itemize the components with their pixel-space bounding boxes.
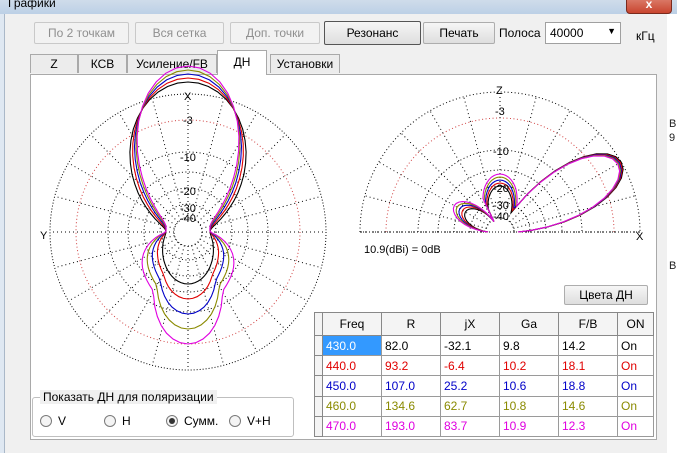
elevation-grid-spoke — [513, 195, 636, 229]
azimuth-grid-spoke — [151, 245, 185, 366]
table-cell[interactable]: 107.0 — [381, 375, 441, 397]
tab-pattern[interactable]: ДН — [217, 50, 267, 75]
table-cell[interactable]: 12.3 — [558, 415, 618, 438]
elevation-axis-right-label: X — [636, 231, 644, 243]
table-header-row: Freq R jX Ga F/B ON — [314, 312, 654, 336]
table-cell[interactable]: -32.1 — [440, 334, 500, 357]
radio-polarization-v[interactable]: V — [40, 414, 66, 428]
column-header[interactable]: Ga — [499, 312, 559, 336]
table-cell[interactable]: 10.2 — [499, 355, 559, 377]
azimuth-ring-label: -3 — [183, 115, 193, 127]
elevation-axis-top-label: Z — [496, 85, 503, 97]
table-body: 430.0 82.0 -32.1 9.8 14.2 On 440.0 93.2 -6.4 10.2… — [314, 334, 654, 438]
table-row[interactable]: 470.0 193.0 83.7 10.9 12.3 On — [314, 415, 654, 438]
radio-polarization-vh[interactable]: V+H — [229, 414, 271, 428]
azimuth-ring-label: -20 — [180, 186, 196, 198]
pattern-curves — [129, 65, 624, 345]
table-cell[interactable]: 134.6 — [381, 395, 441, 417]
radio-circle-icon[interactable] — [104, 415, 116, 427]
radio-circle-icon[interactable] — [40, 415, 52, 427]
elevation-ring-label: -10 — [493, 146, 509, 158]
table-row[interactable]: 460.0 134.6 62.7 10.8 14.6 On — [314, 395, 654, 417]
table-row[interactable]: 440.0 93.2 -6.4 10.2 18.1 On — [314, 355, 654, 377]
row-header[interactable] — [314, 334, 323, 357]
table-cell[interactable]: 25.2 — [440, 375, 500, 397]
radio-polarization-sum[interactable]: Сумм. — [166, 414, 218, 428]
elevation-ring-label: -40 — [493, 211, 509, 223]
elevation-pattern-curve — [452, 155, 621, 233]
table-cell[interactable]: 82.0 — [381, 334, 441, 357]
azimuth-axis-top-label: X — [184, 91, 192, 103]
row-header[interactable] — [314, 375, 323, 397]
table-cell[interactable]: 450.0 — [322, 375, 382, 397]
azimuth-grid-spoke — [68, 238, 177, 302]
azimuth-ring-label: -40 — [180, 213, 196, 225]
polarization-group-title: Показать ДН для поляризации — [40, 390, 217, 404]
table-cell[interactable]: 10.9 — [499, 415, 559, 438]
table-cell[interactable]: On — [617, 375, 654, 397]
column-header[interactable]: R — [381, 312, 441, 336]
azimuth-grid-spoke — [118, 243, 182, 352]
column-header[interactable]: ON — [617, 312, 654, 336]
radio-label: H — [122, 414, 131, 428]
table-cell[interactable]: 62.7 — [440, 395, 500, 417]
table-cell[interactable]: On — [617, 415, 654, 438]
elevation-grid-spoke — [378, 161, 489, 226]
table-cell[interactable]: 83.7 — [440, 415, 500, 438]
radio-label: Сумм. — [184, 414, 219, 428]
radio-polarization-h[interactable]: H — [104, 414, 131, 428]
azimuth-grid-spoke — [54, 235, 175, 269]
radio-label: V+H — [247, 414, 271, 428]
table-cell[interactable]: 14.2 — [558, 334, 618, 357]
table-row[interactable]: 450.0 107.0 25.2 10.6 18.8 On — [314, 375, 654, 397]
table-cell[interactable]: 14.6 — [558, 395, 618, 417]
elevation-grid-spoke — [463, 96, 497, 219]
azimuth-grid-spoke — [194, 243, 258, 352]
table-cell[interactable]: On — [617, 334, 654, 357]
table-cell[interactable]: 93.2 — [381, 355, 441, 377]
row-header-corner — [314, 312, 323, 336]
table-cell[interactable]: 460.0 — [322, 395, 382, 417]
elevation-pattern-curve — [461, 153, 623, 233]
frequency-table: Freq R jX Ga F/B ON 430.0 82.0 -32.1 9.8 14.… — [314, 312, 654, 438]
radio-label: V — [58, 414, 67, 428]
table-cell[interactable]: 9.8 — [499, 334, 559, 357]
elevation-ring-label: -3 — [495, 106, 505, 118]
elevation-ring-label: -20 — [493, 183, 509, 195]
row-header[interactable] — [314, 355, 323, 377]
table-cell[interactable]: 193.0 — [381, 415, 441, 438]
table-cell[interactable]: 440.0 — [322, 355, 382, 377]
table-cell[interactable]: On — [617, 355, 654, 377]
column-header[interactable]: jX — [440, 312, 500, 336]
row-header[interactable] — [314, 395, 323, 417]
table-cell[interactable]: On — [617, 395, 654, 417]
table-cell[interactable]: 10.8 — [499, 395, 559, 417]
azimuth-grid-spoke — [197, 241, 286, 330]
azimuth-grid-spoke — [191, 98, 225, 219]
table-cell[interactable]: -6.4 — [440, 355, 500, 377]
table-cell[interactable]: 430.0 — [322, 334, 382, 357]
azimuth-grid-spoke — [191, 245, 225, 366]
azimuth-grid-spoke — [90, 241, 179, 330]
table-cell[interactable]: 470.0 — [322, 415, 382, 438]
column-header[interactable]: Freq — [322, 312, 382, 336]
azimuth-grid-spoke — [199, 238, 308, 302]
table-cell[interactable]: 18.1 — [558, 355, 618, 377]
radio-circle-icon[interactable] — [229, 415, 241, 427]
pattern-colors-button[interactable]: Цвета ДН — [564, 285, 648, 305]
table-row[interactable]: 430.0 82.0 -32.1 9.8 14.2 On — [314, 334, 654, 357]
reference-gain-note: 10.9(dBi) = 0dB — [364, 244, 441, 256]
table-cell[interactable]: 10.6 — [499, 375, 559, 397]
row-header[interactable] — [314, 415, 323, 438]
table-cell[interactable]: 18.8 — [558, 375, 618, 397]
radio-checked-icon[interactable] — [166, 415, 178, 427]
azimuth-axis-left-label: Y — [40, 230, 48, 242]
elevation-grid-spoke — [509, 132, 600, 223]
column-header[interactable]: F/B — [558, 312, 618, 336]
azimuth-ring-label: -10 — [180, 152, 196, 164]
